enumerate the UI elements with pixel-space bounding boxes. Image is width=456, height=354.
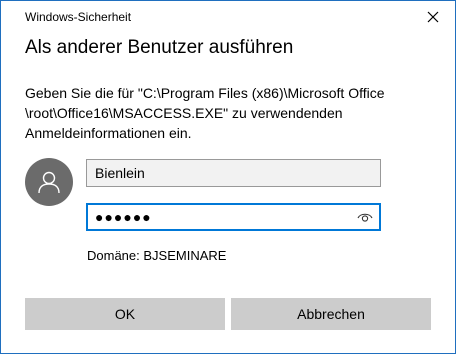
eye-icon[interactable] [357, 211, 373, 223]
user-avatar [25, 158, 73, 206]
dialog-message: Geben Sie die für "C:\Program Files (x86… [25, 85, 385, 141]
username-value: Bienlein [95, 165, 145, 181]
cancel-button[interactable]: Abbrechen [231, 298, 431, 330]
ok-button[interactable]: OK [25, 298, 225, 330]
domain-label: Domäne: BJSEMINARE [87, 248, 227, 263]
close-icon [427, 11, 439, 23]
password-field[interactable]: ●●●●●● [86, 203, 381, 231]
close-button[interactable] [411, 1, 455, 33]
window-title: Windows-Sicherheit [25, 10, 132, 24]
username-field[interactable]: Bienlein [86, 159, 381, 187]
user-avatar-icon [38, 171, 60, 194]
title-bar[interactable]: Windows-Sicherheit [1, 1, 455, 33]
dialog-window: Windows-Sicherheit Als anderer Benutzer … [0, 0, 456, 354]
dialog-heading: Als anderer Benutzer ausführen [25, 37, 294, 58]
password-mask: ●●●●●● [95, 209, 152, 225]
